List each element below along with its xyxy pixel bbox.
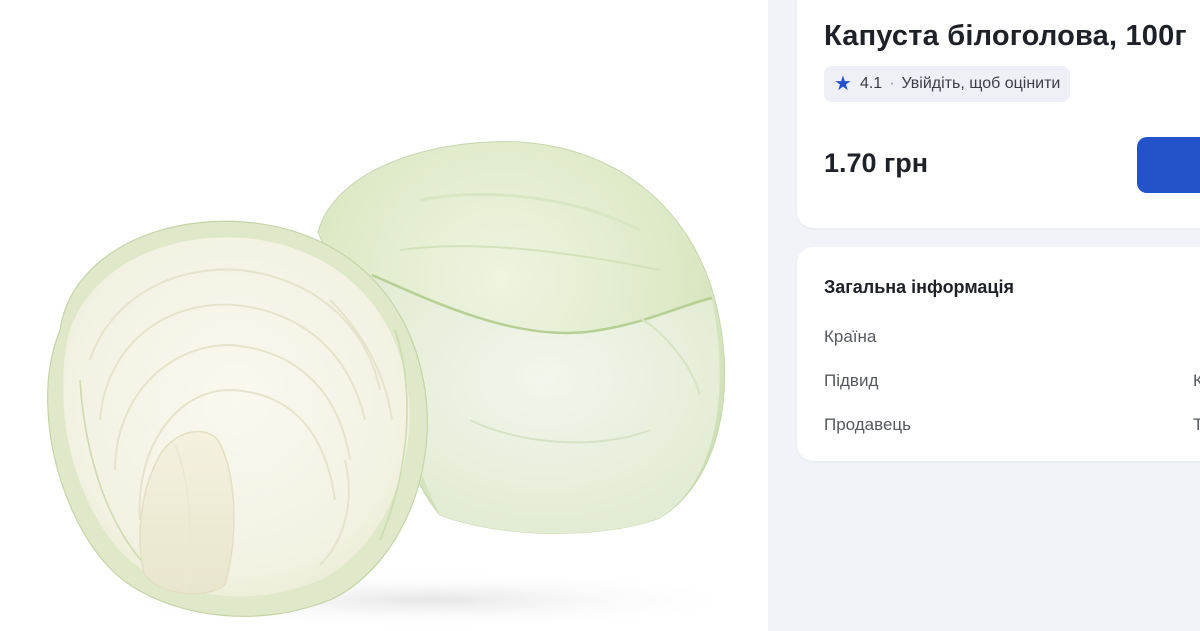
- section-title: Загальна інформація: [824, 277, 1014, 297]
- info-label: Країна: [824, 327, 877, 346]
- rating-value: 4.1: [859, 75, 883, 92]
- login-to-rate-link[interactable]: Увійдіть, щоб оцінити: [902, 75, 1061, 93]
- info-label: Підвид: [824, 371, 879, 390]
- product-price: 1.70 грн: [824, 148, 929, 178]
- info-value[interactable]: Т: [1193, 415, 1200, 435]
- info-row-country: Країна: [824, 327, 1200, 349]
- rating-bar: ★ 4.1 · Увійдіть, щоб оцінити: [824, 66, 1071, 102]
- add-to-cart-button[interactable]: [1137, 137, 1200, 193]
- cabbage-illustration: [47, 141, 760, 630]
- product-card: Капуста білоголова, 100г ★ 4.1 · Увійдіт…: [797, 0, 1200, 228]
- product-title: Капуста білоголова, 100г: [824, 20, 1187, 52]
- rating-separator: ·: [889, 75, 895, 92]
- info-row-subtype: Підвид К: [824, 371, 1200, 393]
- product-image[interactable]: [0, 0, 768, 631]
- info-value: К: [1193, 371, 1200, 390]
- info-row-seller: Продавець Т: [824, 415, 1200, 437]
- info-label: Продавець: [824, 415, 912, 434]
- star-icon: ★: [834, 73, 852, 95]
- general-info-card: Загальна інформація Країна Підвид К Прод…: [797, 247, 1200, 461]
